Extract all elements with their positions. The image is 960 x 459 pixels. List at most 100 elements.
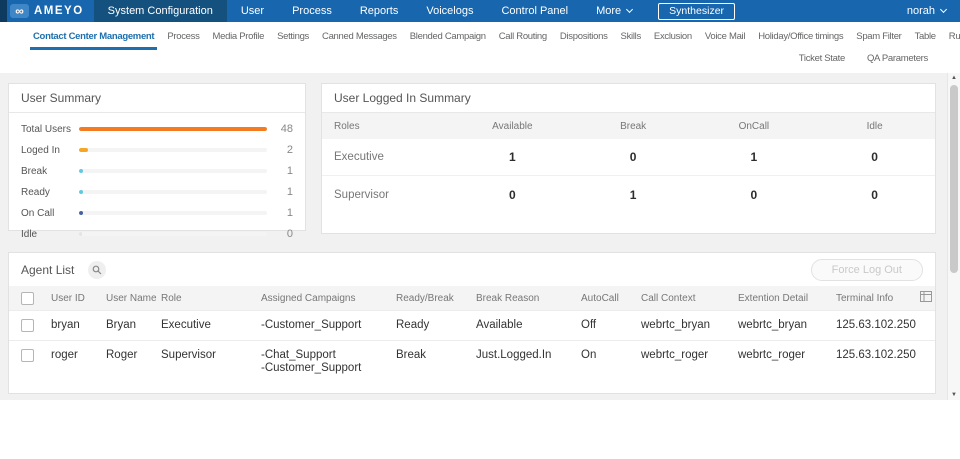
bar-track	[79, 211, 267, 215]
summary-label: Ready	[21, 186, 50, 198]
nav-system-configuration[interactable]: System Configuration	[93, 0, 227, 22]
col-terminal-info: Terminal Info	[836, 292, 894, 304]
role-cell: Supervisor	[334, 188, 389, 201]
col-idle: Idle	[866, 120, 883, 132]
summary-label: Break	[21, 165, 48, 177]
logged-in-summary-title: User Logged In Summary	[322, 84, 935, 113]
tab-holiday-office-timings[interactable]: Holiday/Office timings	[755, 28, 846, 50]
search-button[interactable]	[88, 261, 107, 279]
tab-media-profile[interactable]: Media Profile	[210, 28, 268, 50]
tab-voice-mail[interactable]: Voice Mail	[702, 28, 748, 50]
summary-label: Total Users	[21, 123, 72, 135]
scroll-down-arrow[interactable]: ▼	[948, 392, 960, 398]
col-roles: Roles	[334, 120, 360, 132]
nav-more-menu[interactable]: More	[582, 0, 646, 22]
tab-process[interactable]: Process	[164, 28, 202, 50]
break-bar	[79, 169, 84, 173]
col-user-name: User Name	[106, 292, 157, 304]
col-ready-break: Ready/Break	[396, 292, 454, 304]
summary-value: 1	[286, 207, 293, 219]
col-role: Role	[161, 292, 182, 304]
tab-rule-engine[interactable]: Rule Engine	[946, 28, 960, 50]
tab-settings[interactable]: Settings	[274, 28, 312, 50]
nav-process[interactable]: Process	[278, 0, 346, 22]
on-call-bar	[79, 211, 84, 215]
campaigns-cell: -Customer_Support	[261, 319, 362, 331]
summary-row-ready: Ready 1	[9, 182, 305, 203]
tab-call-routing[interactable]: Call Routing	[496, 28, 550, 50]
col-user-id: User ID	[51, 292, 85, 304]
summary-row-logged-in: Loged In 2	[9, 140, 305, 161]
extention-detail-cell: webrtc_bryan	[738, 319, 808, 331]
nav-voicelogs[interactable]: Voicelogs	[412, 0, 487, 22]
chevron-down-icon	[939, 5, 948, 14]
scrollbar-thumb[interactable]	[950, 85, 958, 273]
main-content: User Summary Total Users 48 Loged In 2 B…	[0, 73, 960, 400]
tab-blended-campaign[interactable]: Blended Campaign	[407, 28, 489, 50]
tab-exclusion[interactable]: Exclusion	[651, 28, 695, 50]
user-menu[interactable]: norah	[893, 0, 960, 22]
infinity-glyph: ∞	[15, 4, 24, 18]
autocall-cell: On	[581, 349, 597, 361]
agent-list-panel: Agent List Force Log Out User ID User Na…	[8, 252, 936, 394]
idle-cell: 0	[871, 187, 878, 202]
nav-user[interactable]: User	[227, 0, 278, 22]
force-log-out-button[interactable]: Force Log Out	[810, 259, 923, 281]
column-chooser-button[interactable]	[919, 291, 932, 305]
row-checkbox[interactable]	[21, 349, 34, 362]
col-oncall: OnCall	[738, 120, 770, 132]
nav-label: More	[596, 5, 622, 17]
tab-table[interactable]: Table	[912, 28, 939, 50]
available-cell: 0	[509, 187, 516, 202]
username-label: norah	[906, 5, 935, 17]
infinity-logo-icon: ∞	[10, 4, 29, 18]
nav-reports[interactable]: Reports	[346, 0, 413, 22]
nav-label: Process	[292, 5, 332, 17]
table-row-supervisor: Supervisor 0 1 0 0	[322, 176, 935, 213]
chevron-down-icon	[626, 5, 634, 14]
col-extention-detail: Extention Detail	[738, 292, 809, 304]
tab-canned-messages[interactable]: Canned Messages	[319, 28, 400, 50]
summary-value: 1	[286, 186, 293, 198]
nav-label: Reports	[359, 5, 399, 17]
tab-skills[interactable]: Skills	[618, 28, 644, 50]
idle-cell: 0	[871, 150, 878, 164]
row-checkbox[interactable]	[21, 319, 34, 332]
agent-list-title: Agent List	[21, 263, 75, 277]
tab-qa-parameters[interactable]: QA Parameters	[865, 51, 930, 66]
tab-ticket-state[interactable]: Ticket State	[797, 51, 847, 66]
nav-label: User	[240, 5, 265, 17]
column-chooser-icon	[919, 291, 932, 302]
nav-label: Voicelogs	[426, 5, 474, 17]
bar-track	[79, 190, 267, 194]
nav-control-panel[interactable]: Control Panel	[487, 0, 582, 22]
summary-label: Idle	[21, 228, 38, 240]
extention-detail-cell: webrtc_roger	[738, 349, 806, 361]
break-cell: 0	[629, 150, 637, 164]
agent-row-bryan: bryan Bryan Executive -Customer_Support …	[9, 310, 935, 340]
top-navbar: ∞ AMEYO System Configuration User Proces…	[0, 0, 960, 22]
logo-shade	[0, 0, 7, 22]
tab-dispositions[interactable]: Dispositions	[557, 28, 611, 50]
user-summary-chart: Total Users 48 Loged In 2 Break 1 Ready	[9, 113, 305, 245]
tab-spam-filter[interactable]: Spam Filter	[853, 28, 904, 50]
ameyo-logo[interactable]: ∞ AMEYO	[0, 0, 94, 22]
col-available: Available	[492, 120, 533, 132]
summary-value: 2	[286, 144, 293, 156]
subnav-row-1: Contact Center Management Process Media …	[30, 28, 960, 50]
tab-contact-center-management[interactable]: Contact Center Management	[30, 28, 158, 50]
scroll-up-arrow[interactable]: ▲	[948, 75, 960, 81]
break-reason-cell: Available	[476, 319, 523, 331]
summary-label: Loged In	[21, 144, 60, 156]
agent-row-roger: roger Roger Supervisor -Chat_Support -Cu…	[9, 340, 935, 383]
synthesizer-button[interactable]: Synthesizer	[658, 2, 736, 20]
role-cell: Supervisor	[161, 349, 216, 361]
bar-track	[79, 127, 267, 131]
summary-row-total-users: Total Users 48	[9, 119, 305, 140]
ready-bar	[79, 190, 84, 194]
vertical-scrollbar[interactable]: ▲ ▼	[947, 73, 960, 400]
ready-break-cell: Break	[396, 349, 427, 361]
synthesizer-label: Synthesizer	[669, 4, 725, 17]
select-all-checkbox[interactable]	[21, 291, 34, 305]
terminal-info-cell: 125.63.102.250	[836, 349, 916, 361]
